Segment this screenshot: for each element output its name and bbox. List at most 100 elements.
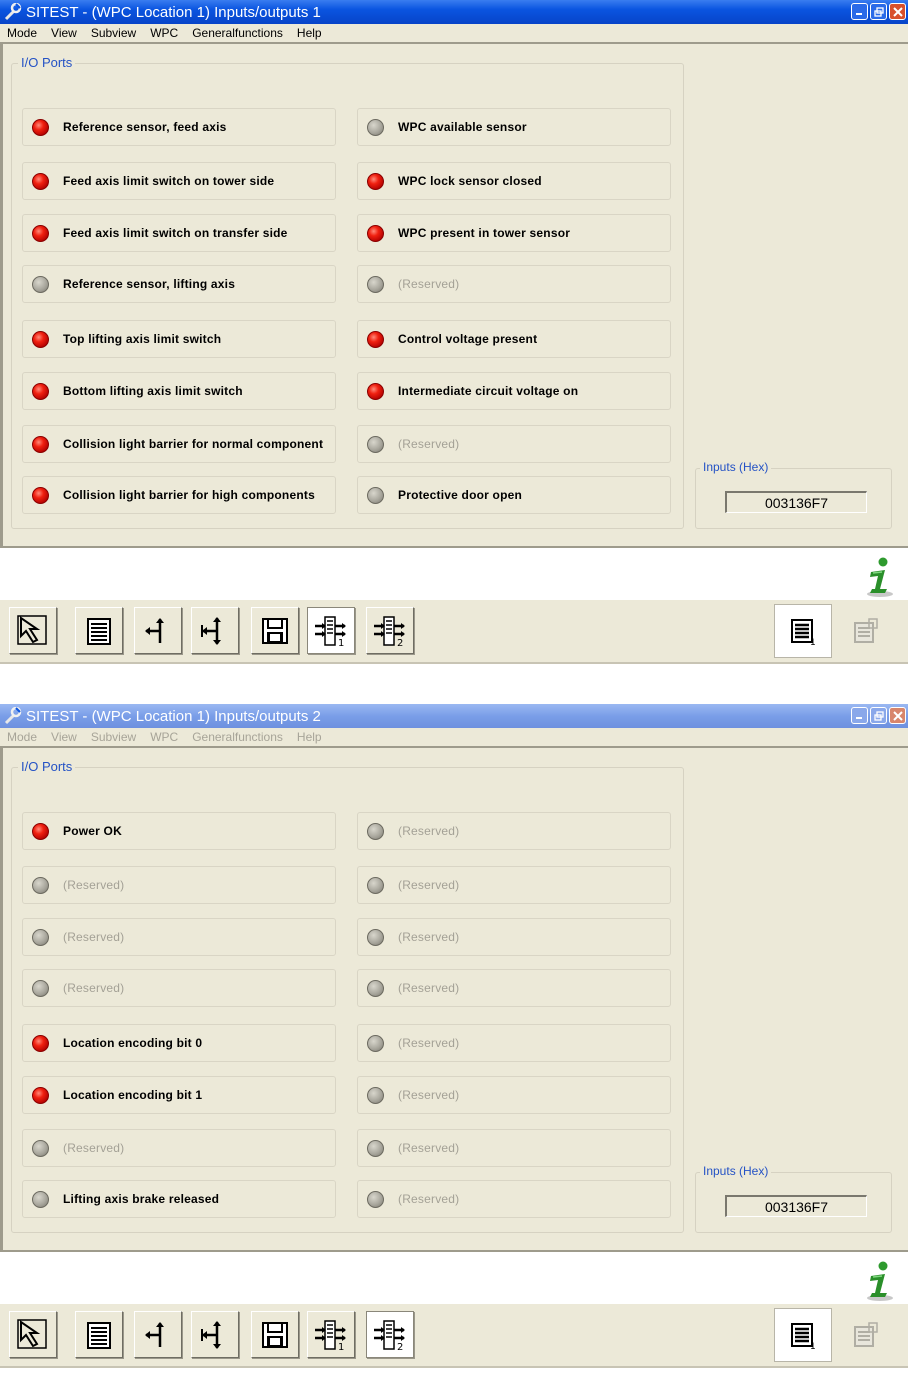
minimize-icon [856,717,862,719]
menu-help[interactable]: Help [297,730,322,744]
menu-view[interactable]: View [51,730,77,744]
menu-subview[interactable]: Subview [91,730,136,744]
led-off-indicator [32,275,49,293]
close-button[interactable] [889,707,906,724]
io-port-label: Control voltage present [398,332,538,346]
inputs-hex-group: Inputs (Hex) 003136F7 [695,1164,892,1233]
close-button[interactable] [889,3,906,20]
lifting-axis-button[interactable] [191,607,239,654]
list-icon [83,1319,115,1351]
io-page-2-button[interactable]: 2 [366,607,414,654]
menu-view[interactable]: View [51,26,77,40]
io-port-right-2: WPC lock sensor closed [357,162,671,200]
move-axis-icon [142,1319,174,1351]
menu-generalfunctions[interactable]: Generalfunctions [192,26,283,40]
inputs-hex-value: 003136F7 [725,491,867,513]
led-off-indicator [367,1034,384,1052]
save-button[interactable] [251,607,299,654]
io-port-label: Bottom lifting axis limit switch [63,384,243,398]
move-axis-button[interactable] [134,607,182,654]
window-title: SITEST - (WPC Location 1) Inputs/outputs… [26,707,321,725]
inputs-hex-group: Inputs (Hex) 003136F7 [695,460,892,529]
report-list-icon: 1 [788,1320,818,1350]
menu-mode[interactable]: Mode [7,730,37,744]
client-area: I/O Ports Inputs (Hex) 003136F7 Referenc… [0,42,908,548]
close-icon [892,710,903,721]
move-axis-button[interactable] [134,1311,182,1358]
led-off-indicator [367,1086,384,1104]
io-port-right-4: (Reserved) [357,265,671,303]
svg-text:1: 1 [338,638,344,648]
io-page-2-button[interactable]: 2 [366,1311,414,1358]
io-port-label: (Reserved) [398,1088,460,1102]
menu-subview[interactable]: Subview [91,26,136,40]
io-port-right-8: Protective door open [357,476,671,514]
io-port-left-4: (Reserved) [22,969,336,1007]
report-button[interactable]: 1 [774,604,832,658]
led-off-indicator [32,1139,49,1157]
pointer-icon [16,614,50,648]
list-button[interactable] [75,1311,123,1358]
save-button[interactable] [251,1311,299,1358]
pointer-button[interactable] [9,1311,57,1358]
io-port-label: Intermediate circuit voltage on [398,384,579,398]
wrench-app-icon [4,707,22,725]
report-list-disabled-icon [850,616,880,646]
pointer-button[interactable] [9,607,57,654]
io-page-1-icon: 1 [313,614,349,648]
led-on-indicator [32,118,49,136]
led-on-indicator [367,330,384,348]
restore-button[interactable] [870,707,887,724]
led-off-indicator [367,275,384,293]
io-port-left-7: (Reserved) [22,1129,336,1167]
io-port-label: (Reserved) [398,981,460,995]
info-icon[interactable] [862,1260,898,1302]
led-off-indicator [367,928,384,946]
led-on-indicator [32,435,49,453]
inputs-hex-label: Inputs (Hex) [700,460,772,474]
led-on-indicator [32,382,49,400]
led-on-indicator [367,172,384,190]
lifting-axis-icon [199,615,231,647]
io-port-label: (Reserved) [63,878,125,892]
led-on-indicator [367,382,384,400]
led-off-indicator [367,1190,384,1208]
io-port-right-4: (Reserved) [357,969,671,1007]
io-port-left-3: (Reserved) [22,918,336,956]
restore-button[interactable] [870,3,887,20]
io-page-1-button[interactable]: 1 [307,607,355,654]
minimize-button[interactable] [851,707,868,724]
info-icon[interactable] [862,556,898,598]
io-page-2-icon: 2 [372,1318,408,1352]
menu-generalfunctions[interactable]: Generalfunctions [192,730,283,744]
io-port-right-5: Control voltage present [357,320,671,358]
io-port-right-1: (Reserved) [357,812,671,850]
title-bar[interactable]: SITEST - (WPC Location 1) Inputs/outputs… [0,0,908,24]
led-on-indicator [32,172,49,190]
menu-bar: Mode View Subview WPC Generalfunctions Help [0,728,908,746]
report-button[interactable]: 1 [774,1308,832,1362]
led-off-indicator [367,979,384,997]
io-port-left-5: Location encoding bit 0 [22,1024,336,1062]
led-off-indicator [32,928,49,946]
menu-help[interactable]: Help [297,26,322,40]
io-port-left-1: Power OK [22,812,336,850]
io-page-1-button[interactable]: 1 [307,1311,355,1358]
io-port-left-5: Top lifting axis limit switch [22,320,336,358]
led-off-indicator [367,118,384,136]
list-button[interactable] [75,607,123,654]
io-port-right-6: (Reserved) [357,1076,671,1114]
menu-wpc[interactable]: WPC [150,730,178,744]
io-port-label: WPC present in tower sensor [398,226,571,240]
title-bar[interactable]: SITEST - (WPC Location 1) Inputs/outputs… [0,704,908,728]
menu-wpc[interactable]: WPC [150,26,178,40]
io-port-label: (Reserved) [398,277,460,291]
io-port-left-6: Bottom lifting axis limit switch [22,372,336,410]
io-port-label: Reference sensor, feed axis [63,120,227,134]
menu-mode[interactable]: Mode [7,26,37,40]
minimize-button[interactable] [851,3,868,20]
window-title: SITEST - (WPC Location 1) Inputs/outputs… [26,3,321,21]
lifting-axis-button[interactable] [191,1311,239,1358]
client-area: I/O Ports Inputs (Hex) 003136F7 Power OK… [0,746,908,1252]
io-port-label: (Reserved) [398,1036,460,1050]
